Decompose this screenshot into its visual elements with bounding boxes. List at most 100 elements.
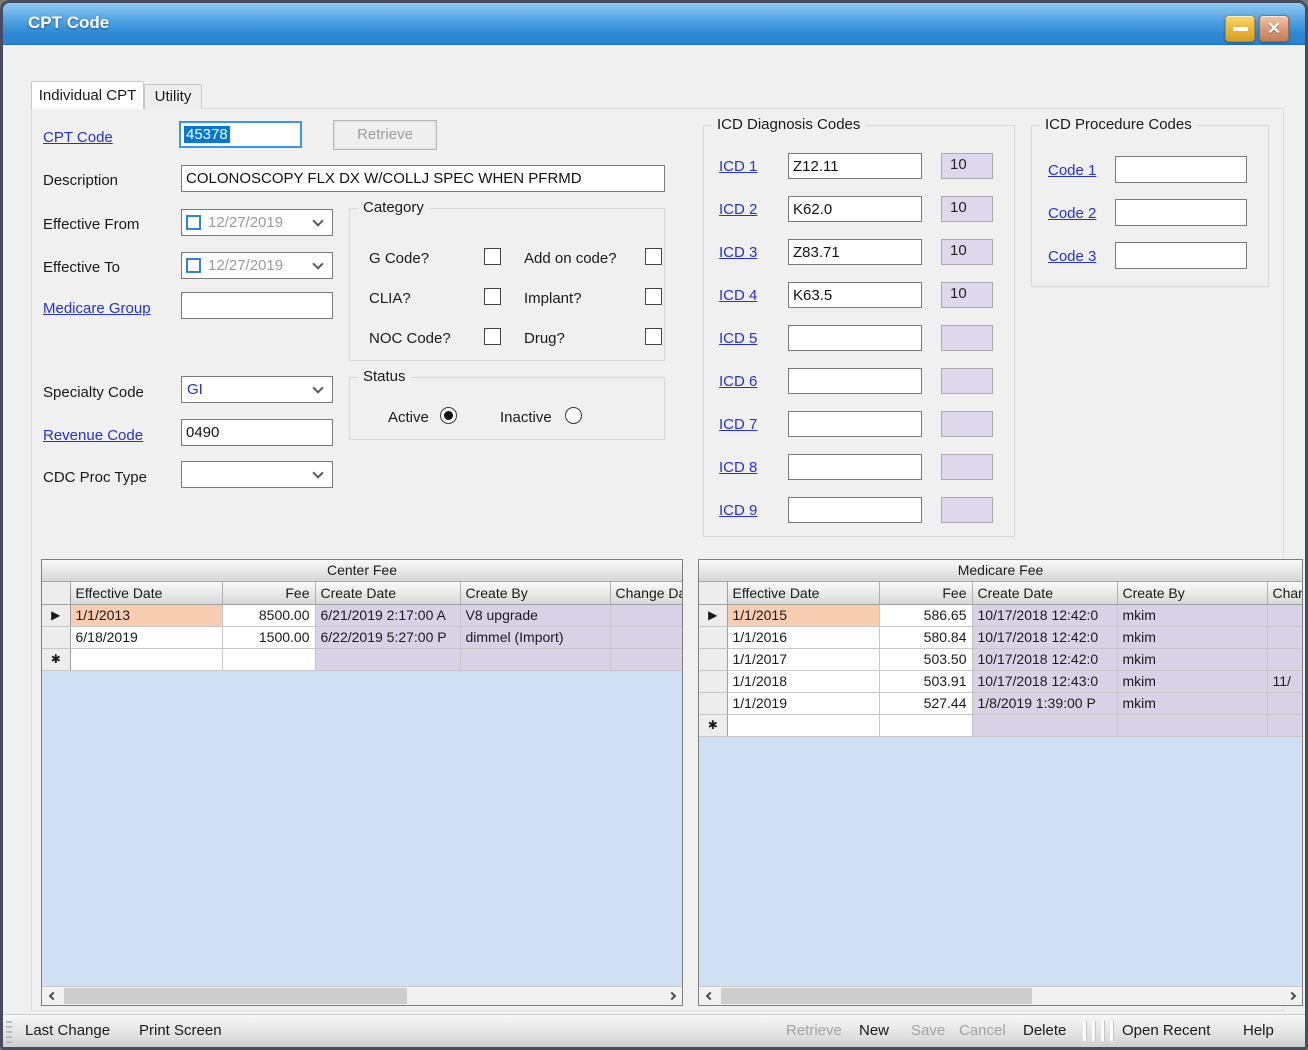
cell-create-date[interactable]: 10/17/2018 12:42:0: [972, 604, 1117, 626]
new-button[interactable]: New: [859, 1022, 889, 1039]
effective-to-checkbox[interactable]: [186, 258, 201, 273]
icd-5-link[interactable]: ICD 5: [719, 330, 757, 347]
save-button[interactable]: Save: [911, 1022, 945, 1039]
column-header[interactable]: Change Date: [1267, 582, 1302, 604]
row-selector[interactable]: [699, 670, 727, 692]
cell-empty[interactable]: [879, 714, 972, 736]
scroll-right-icon[interactable]: [664, 987, 682, 1005]
cell-create-date[interactable]: 6/21/2019 2:17:00 A: [315, 604, 460, 626]
cell-effective-date[interactable]: 1/1/2013: [70, 604, 222, 626]
proc-code-3-link[interactable]: Code 3: [1048, 248, 1096, 265]
column-header[interactable]: Create By: [1117, 582, 1267, 604]
row-selector[interactable]: [699, 626, 727, 648]
cell-change-date[interactable]: [1267, 604, 1302, 626]
implant-checkbox[interactable]: [645, 288, 662, 305]
cancel-button[interactable]: Cancel: [959, 1022, 1006, 1039]
specialty-code-select[interactable]: GI: [181, 376, 333, 403]
column-header[interactable]: Create Date: [972, 582, 1117, 604]
cell-effective-date[interactable]: 1/1/2019: [727, 692, 879, 714]
cell-change-date[interactable]: [1267, 626, 1302, 648]
cell-change-date[interactable]: [1267, 692, 1302, 714]
cell-create-date[interactable]: 10/17/2018 12:42:0: [972, 648, 1117, 670]
cell-create-by[interactable]: dimmel (Import): [460, 626, 610, 648]
cell-empty[interactable]: [972, 714, 1117, 736]
column-header[interactable]: Change Date: [610, 582, 682, 604]
icd-3-link[interactable]: ICD 3: [719, 244, 757, 261]
icd-6-input[interactable]: [788, 368, 922, 394]
tab-utility[interactable]: Utility: [144, 84, 202, 109]
open-recent-button[interactable]: Open Recent: [1122, 1022, 1210, 1039]
icd-9-input[interactable]: [788, 497, 922, 523]
print-screen-button[interactable]: Print Screen: [139, 1022, 222, 1039]
column-header[interactable]: Fee: [222, 582, 315, 604]
icd-2-input[interactable]: [788, 196, 922, 222]
cell-fee[interactable]: 586.65: [879, 604, 972, 626]
description-input[interactable]: [181, 165, 665, 192]
retrieve-button[interactable]: Retrieve: [333, 120, 437, 150]
scroll-left-icon[interactable]: [699, 987, 717, 1005]
cell-create-date[interactable]: 6/22/2019 5:27:00 P: [315, 626, 460, 648]
medicare-fee-hscrollbar[interactable]: [699, 986, 1302, 1005]
noc-code-checkbox[interactable]: [484, 328, 501, 345]
minimize-button[interactable]: [1225, 15, 1255, 42]
icd-1-link[interactable]: ICD 1: [719, 158, 757, 175]
last-change-button[interactable]: Last Change: [25, 1022, 110, 1039]
cell-empty[interactable]: [70, 648, 222, 670]
inactive-radio[interactable]: [565, 407, 582, 424]
icd-6-link[interactable]: ICD 6: [719, 373, 757, 390]
proc-code-3-input[interactable]: [1115, 242, 1247, 269]
cell-effective-date[interactable]: 6/18/2019: [70, 626, 222, 648]
icd-4-link[interactable]: ICD 4: [719, 287, 757, 304]
cell-empty[interactable]: [610, 648, 682, 670]
cell-change-date[interactable]: [610, 604, 682, 626]
cell-create-date[interactable]: 10/17/2018 12:43:0: [972, 670, 1117, 692]
column-header[interactable]: Effective Date: [70, 582, 222, 604]
column-header[interactable]: Effective Date: [727, 582, 879, 604]
medicare-group-link[interactable]: Medicare Group: [43, 300, 151, 317]
revenue-code-input[interactable]: [181, 419, 333, 446]
cell-create-date[interactable]: 1/8/2019 1:39:00 P: [972, 692, 1117, 714]
icd-7-link[interactable]: ICD 7: [719, 416, 757, 433]
row-selector[interactable]: [42, 626, 70, 648]
cell-empty[interactable]: [1117, 714, 1267, 736]
cell-change-date[interactable]: [1267, 648, 1302, 670]
column-header[interactable]: Create Date: [315, 582, 460, 604]
tab-individual-cpt[interactable]: Individual CPT: [31, 81, 144, 109]
revenue-code-link[interactable]: Revenue Code: [43, 427, 143, 444]
cell-fee[interactable]: 503.91: [879, 670, 972, 692]
cell-create-by[interactable]: V8 upgrade: [460, 604, 610, 626]
medicare-group-input[interactable]: [181, 292, 333, 319]
cell-fee[interactable]: 1500.00: [222, 626, 315, 648]
scrollbar-thumb[interactable]: [721, 988, 1032, 1004]
cell-create-by[interactable]: mkim: [1117, 648, 1267, 670]
scrollbar-thumb[interactable]: [64, 988, 407, 1004]
active-radio[interactable]: [440, 407, 457, 424]
cpt-code-link[interactable]: CPT Code: [43, 129, 113, 146]
icd-8-link[interactable]: ICD 8: [719, 459, 757, 476]
help-button[interactable]: Help: [1243, 1022, 1274, 1039]
proc-code-1-input[interactable]: [1115, 156, 1247, 183]
add-on-code-checkbox[interactable]: [645, 248, 662, 265]
cell-create-date[interactable]: 10/17/2018 12:42:0: [972, 626, 1117, 648]
retrieve-toolbar-button[interactable]: Retrieve: [786, 1022, 842, 1039]
icd-1-input[interactable]: [788, 153, 922, 179]
clia-checkbox[interactable]: [484, 288, 501, 305]
cell-empty[interactable]: [222, 648, 315, 670]
proc-code-2-input[interactable]: [1115, 199, 1247, 226]
icd-4-input[interactable]: [788, 282, 922, 308]
scroll-right-icon[interactable]: [1284, 987, 1302, 1005]
cpt-code-input[interactable]: 45378: [179, 121, 302, 148]
proc-code-1-link[interactable]: Code 1: [1048, 162, 1096, 179]
close-button[interactable]: ✕: [1259, 15, 1289, 42]
cell-empty[interactable]: [1267, 714, 1302, 736]
column-header[interactable]: Fee: [879, 582, 972, 604]
icd-3-input[interactable]: [788, 239, 922, 265]
cdc-proc-type-select[interactable]: [181, 461, 333, 488]
cell-create-by[interactable]: mkim: [1117, 692, 1267, 714]
cell-empty[interactable]: [315, 648, 460, 670]
cell-change-date[interactable]: 11/: [1267, 670, 1302, 692]
cell-empty[interactable]: [460, 648, 610, 670]
icd-8-input[interactable]: [788, 454, 922, 480]
cell-fee[interactable]: 527.44: [879, 692, 972, 714]
effective-to-datepicker[interactable]: 12/27/2019: [181, 252, 333, 279]
